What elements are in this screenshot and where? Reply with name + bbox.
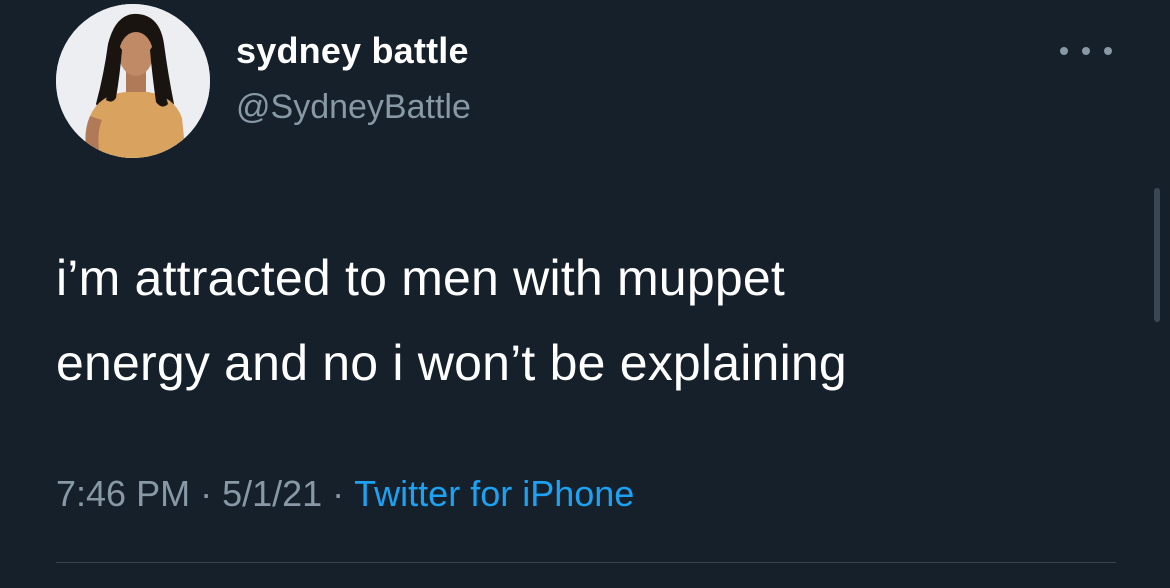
- display-name[interactable]: sydney battle: [236, 30, 469, 72]
- scrollbar[interactable]: [1154, 188, 1160, 322]
- tweet-source-link[interactable]: Twitter for iPhone: [354, 473, 634, 514]
- tweet-text-line: energy and no i won’t be explaining: [56, 335, 847, 391]
- more-dot: [1104, 47, 1112, 55]
- divider: [56, 562, 1116, 563]
- profile-photo-icon: [56, 4, 210, 158]
- meta-separator: ·: [200, 473, 213, 514]
- tweet-text: i’m attracted to men with muppet energy …: [56, 236, 1116, 406]
- user-handle[interactable]: @SydneyBattle: [236, 88, 471, 127]
- more-dot: [1060, 47, 1068, 55]
- meta-separator: ·: [332, 473, 345, 514]
- tweet-time[interactable]: 7:46 PM: [56, 473, 190, 514]
- more-options-icon[interactable]: [1060, 36, 1112, 66]
- avatar[interactable]: [56, 4, 210, 158]
- tweet-text-line: i’m attracted to men with muppet: [56, 250, 785, 306]
- tweet-date[interactable]: 5/1/21: [222, 473, 322, 514]
- more-dot: [1082, 47, 1090, 55]
- tweet-card: sydney battle @SydneyBattle i’m attracte…: [0, 0, 1170, 588]
- tweet-meta: 7:46 PM · 5/1/21 · Twitter for iPhone: [56, 473, 634, 515]
